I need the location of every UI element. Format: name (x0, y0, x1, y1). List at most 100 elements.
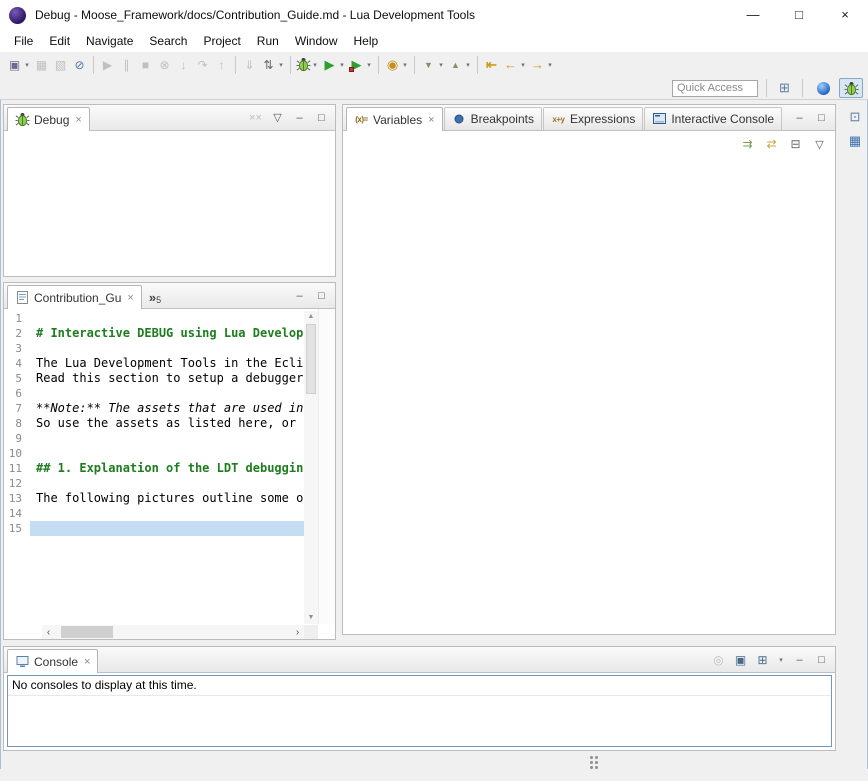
maximize-view-button[interactable]: □ (814, 112, 829, 124)
maximize-button[interactable]: □ (776, 0, 822, 30)
collapse-all-button[interactable]: ⊟ (788, 137, 803, 151)
dropdown-arrow-icon[interactable]: ▾ (365, 61, 373, 69)
close-icon[interactable]: × (75, 114, 81, 126)
script-perspective-button[interactable] (811, 78, 835, 98)
terminate-button[interactable]: ■ (136, 55, 155, 74)
run-button[interactable]: ▶ ▾ (320, 55, 347, 74)
dropdown-arrow-icon[interactable]: ▾ (277, 61, 285, 69)
skip-all-breakpoints-button[interactable]: ⊘ (70, 55, 89, 74)
menu-item[interactable]: Run (249, 34, 287, 48)
dropdown-arrow-icon[interactable]: ▾ (338, 61, 346, 69)
tab-debug[interactable]: Debug × (7, 107, 90, 131)
close-icon[interactable]: × (428, 114, 434, 126)
next-annotation-button[interactable]: ▼ ▾ (419, 55, 446, 74)
horizontal-scroll-thumb[interactable] (61, 626, 113, 638)
scroll-left-icon[interactable]: ‹ (42, 627, 55, 638)
disconnect-button[interactable]: ⊗ (155, 55, 174, 74)
back-button[interactable]: ← ▾ (501, 55, 528, 74)
editor-line[interactable]: 1 (4, 311, 304, 326)
editor-line[interactable]: 12 (4, 476, 304, 491)
editor-line[interactable]: 3 (4, 341, 304, 356)
dropdown-arrow-icon[interactable]: ▾ (519, 61, 527, 69)
dropdown-arrow-icon[interactable]: ▾ (23, 61, 31, 69)
dropdown-arrow-icon[interactable]: ▾ (311, 61, 319, 69)
editor-line[interactable]: 14 (4, 506, 304, 521)
close-icon[interactable]: × (127, 292, 133, 304)
dropdown-arrow-icon[interactable]: ▾ (401, 61, 409, 69)
drop-to-frame-button[interactable]: ⇓ (240, 55, 259, 74)
show-logical-structures-button[interactable]: ⇄ (764, 137, 779, 151)
minimize-view-button[interactable]: – (792, 112, 807, 124)
pin-console-button[interactable]: ◎ (711, 653, 726, 667)
editor-line[interactable]: 10 (4, 446, 304, 461)
tab-variables[interactable]: (x)= Variables × (346, 107, 443, 131)
previous-annotation-button[interactable]: ▲ ▾ (446, 55, 473, 74)
editor-line[interactable]: 8 So use the assets as listed here, or (4, 416, 304, 431)
remove-all-terminated-button[interactable]: ×× (248, 112, 263, 124)
save-all-button[interactable]: ▧ (51, 55, 70, 74)
menu-item[interactable]: Help (346, 34, 387, 48)
editor-vertical-scrollbar[interactable]: ▲ ▼ (304, 311, 318, 624)
menu-item[interactable]: Edit (41, 34, 78, 48)
open-perspective-button[interactable]: ⊞ (775, 79, 794, 98)
scroll-down-icon[interactable]: ▼ (304, 612, 318, 624)
horizontal-scroll-track[interactable] (55, 625, 291, 639)
show-type-names-button[interactable]: ⇉ (740, 137, 755, 151)
use-step-filters-button[interactable]: ⇅ ▾ (259, 55, 286, 74)
dropdown-arrow-icon[interactable]: ▾ (464, 61, 472, 69)
editor-line[interactable]: 2 # Interactive DEBUG using Lua Develop (4, 326, 304, 341)
new-button[interactable]: ▣ ▾ (5, 55, 32, 74)
editor-line[interactable]: 6 (4, 386, 304, 401)
step-over-button[interactable]: ↷ (193, 55, 212, 74)
maximize-view-button[interactable]: □ (314, 290, 329, 302)
tab-console[interactable]: Console × (7, 649, 98, 673)
quick-access-input[interactable]: Quick Access (672, 80, 758, 97)
view-menu-icon[interactable]: ▽ (270, 111, 285, 124)
debug-button[interactable]: ▾ (295, 56, 320, 73)
editor-line[interactable]: 5 Read this section to setup a debugger (4, 371, 304, 386)
sash-handle[interactable] (590, 756, 593, 759)
menu-item[interactable]: Window (287, 34, 346, 48)
menu-item[interactable]: File (6, 34, 41, 48)
maximize-view-button[interactable]: □ (314, 112, 329, 124)
editor-line[interactable]: 11 ## 1. Explanation of the LDT debuggin (4, 461, 304, 476)
debug-perspective-button[interactable] (839, 78, 863, 98)
open-console-button[interactable]: ⊞ (755, 653, 770, 667)
maximize-view-button[interactable]: □ (814, 654, 829, 666)
tab-contribution-guide[interactable]: Contribution_Gu × (7, 285, 142, 309)
suspend-button[interactable]: ∥ (117, 55, 136, 74)
search-button[interactable]: ◉ ▾ (383, 55, 410, 74)
forward-button[interactable]: → ▾ (528, 55, 555, 74)
save-button[interactable]: ▦ (32, 55, 51, 74)
vertical-scroll-thumb[interactable] (306, 324, 316, 394)
editor-code-area[interactable]: 1 2 # Interactive DEBUG using Lua Develo… (4, 311, 304, 624)
minimize-view-button[interactable]: – (292, 290, 307, 302)
hidden-editors-indicator[interactable]: » 5 (143, 286, 167, 308)
menu-item[interactable]: Search (141, 34, 195, 48)
minimize-view-button[interactable]: – (292, 112, 307, 124)
scroll-right-icon[interactable]: › (291, 627, 304, 638)
menu-item[interactable]: Project (195, 34, 248, 48)
minimize-view-button[interactable]: – (792, 654, 807, 666)
menu-item[interactable]: Navigate (78, 34, 141, 48)
dropdown-arrow-icon[interactable]: ▾ (546, 61, 554, 69)
editor-line[interactable]: 4 The Lua Development Tools in the Ecli (4, 356, 304, 371)
view-menu-icon[interactable]: ▽ (812, 138, 827, 151)
scroll-up-icon[interactable]: ▲ (304, 311, 318, 323)
restore-views-button[interactable]: ⊡ (844, 106, 866, 128)
minimize-button[interactable]: — (730, 0, 776, 30)
dropdown-arrow-icon[interactable]: ▾ (437, 61, 445, 69)
dropdown-arrow-icon[interactable]: ▾ (777, 656, 785, 664)
editor-line[interactable]: 7 **Note:** The assets that are used in (4, 401, 304, 416)
last-edit-location-button[interactable]: ⇤ (482, 55, 501, 74)
close-button[interactable]: × (822, 0, 868, 30)
editor-line[interactable]: 13 The following pictures outline some o (4, 491, 304, 506)
external-tools-button[interactable]: ▶ ▾ (347, 55, 374, 74)
step-into-button[interactable]: ↓ (174, 55, 193, 74)
editor-line[interactable]: 15 (4, 521, 304, 536)
editor-line[interactable]: 9 (4, 431, 304, 446)
close-icon[interactable]: × (84, 656, 90, 668)
resume-button[interactable]: ▶ (98, 55, 117, 74)
view-shortcut-button[interactable]: ▦ (844, 130, 866, 152)
step-return-button[interactable]: ↑ (212, 55, 231, 74)
